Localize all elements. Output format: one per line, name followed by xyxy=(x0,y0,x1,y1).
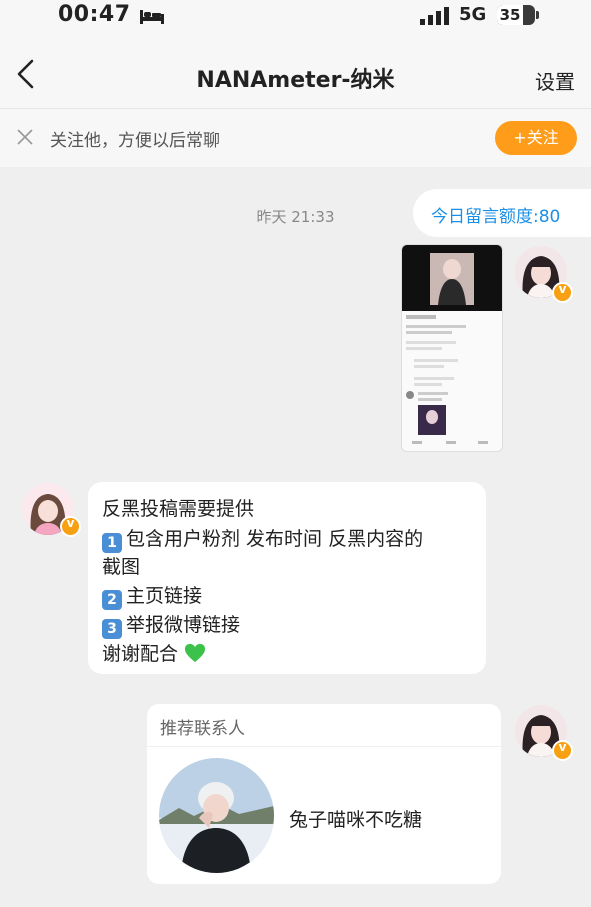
settings-button[interactable]: 设置 xyxy=(535,66,575,95)
battery-level: 35 xyxy=(497,5,523,25)
battery-icon: 35 xyxy=(497,5,539,25)
recommended-contact-name: 兔子喵咪不吃糖 xyxy=(289,809,423,831)
message-line: 谢谢配合 xyxy=(102,639,206,666)
signal-icon xyxy=(420,7,449,25)
keycap-2-icon: 2 xyxy=(102,590,122,610)
verified-badge-icon xyxy=(60,516,81,537)
message-line: 2 主页链接 xyxy=(102,581,202,610)
recommended-contact-avatar[interactable] xyxy=(159,758,274,873)
verified-badge-icon xyxy=(552,282,573,303)
message-line: 截图 xyxy=(102,556,141,578)
message-text: 谢谢配合 xyxy=(102,643,179,665)
image-message[interactable] xyxy=(401,244,503,452)
recommended-contact-card[interactable]: 推荐联系人 兔子喵咪不吃糖 xyxy=(147,704,501,884)
page-title: NANAmeter-纳米 xyxy=(196,68,395,93)
keycap-1-icon: 1 xyxy=(102,533,122,553)
follow-hint: 关注他，方便以后常聊 xyxy=(50,131,220,151)
sleep-mode-icon xyxy=(140,10,164,24)
close-icon[interactable] xyxy=(17,129,33,145)
message-text: 举报微博链接 xyxy=(126,614,241,636)
network-type: 5G xyxy=(459,4,487,25)
green-heart-icon xyxy=(184,643,206,663)
incoming-message-bubble: 反黑投稿需要提供 1 包含用户粉剂 发布时间 反黑内容的 截图 2 主页链接 3 举报… xyxy=(88,482,486,674)
status-time: 00:47 xyxy=(58,2,131,27)
message-line: 1 包含用户粉剂 发布时间 反黑内容的 xyxy=(102,524,423,553)
follow-button[interactable]: +关注 xyxy=(495,121,577,155)
status-bar: 00:47 5G 35 xyxy=(0,0,591,36)
message-text: 主页链接 xyxy=(126,585,203,607)
nav-bar: NANAmeter-纳米 设置 xyxy=(0,36,591,109)
message-line: 反黑投稿需要提供 xyxy=(102,498,255,520)
verified-badge-icon xyxy=(552,740,573,761)
divider xyxy=(147,746,501,747)
screenshot-thumbnail xyxy=(402,245,502,451)
follow-banner: 关注他，方便以后常聊 +关注 xyxy=(0,109,591,167)
message-line: 3 举报微博链接 xyxy=(102,610,240,639)
message-text: 包含用户粉剂 发布时间 反黑内容的 xyxy=(126,528,424,550)
chat-timestamp: 昨天 21:33 xyxy=(256,208,335,226)
keycap-3-icon: 3 xyxy=(102,619,122,639)
avatar-photo xyxy=(159,758,274,873)
card-title: 推荐联系人 xyxy=(160,719,245,739)
